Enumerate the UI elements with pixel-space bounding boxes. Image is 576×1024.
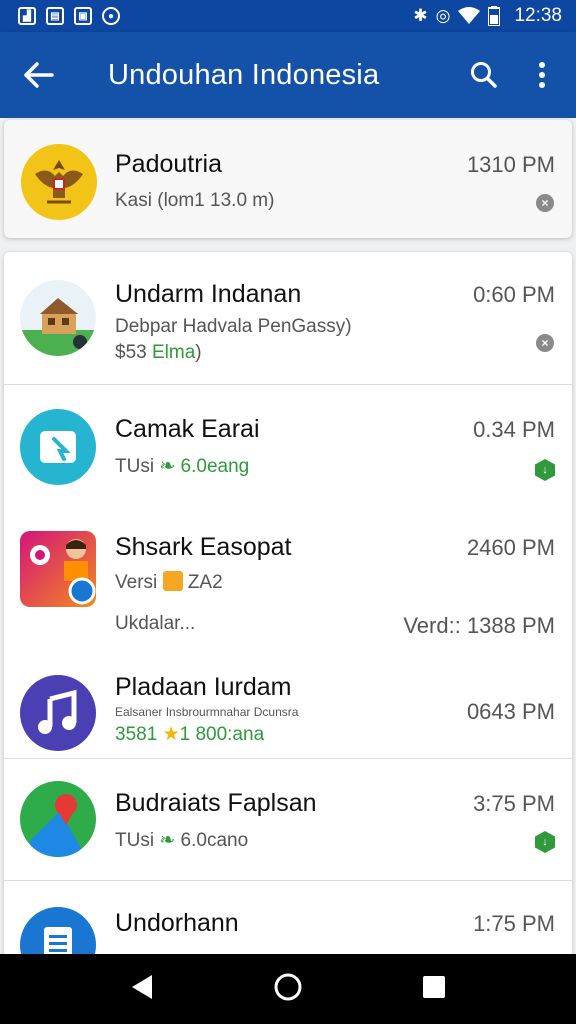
item-name: Undorhann: [115, 909, 239, 937]
back-button[interactable]: [0, 32, 78, 118]
item-paren: ): [195, 342, 202, 363]
item-subtitle: Ealsaner Insbrourmnahar Dcunsra: [115, 705, 299, 719]
item-avatar: [20, 907, 96, 954]
item-name: Pladaan Iurdam: [115, 673, 292, 701]
item-status: Elma: [151, 342, 196, 363]
nav-recents-button[interactable]: [422, 975, 446, 1004]
package-icon: [162, 571, 183, 591]
bluetooth-icon: ✱: [413, 6, 428, 25]
social-app-icon: [30, 539, 96, 605]
item-price: $53: [115, 342, 152, 363]
list-item[interactable]: Budraiats Faplsan 3:75 PM TUsi ❧ 6.0cano…: [4, 759, 572, 881]
home-circle-icon: [274, 973, 302, 1000]
shield-icon: ↓: [535, 459, 555, 481]
item-subtitle: TUsi ❧ 6.0cano: [115, 829, 248, 852]
item-time: 1:75 PM: [473, 911, 555, 936]
item-size: 6.0eang: [180, 456, 250, 477]
navigation-bar: [0, 954, 576, 1024]
image-icon: ▟: [18, 7, 36, 25]
pinned-subtitle: Kasi (lom1 13.0 m): [115, 190, 275, 211]
item-name: Shsark Easopat: [115, 533, 292, 561]
item-time: 2460 PM: [466, 535, 555, 560]
content-area: Padoutria 1310 PM Kasi (lom1 13.0 m) × U…: [0, 118, 576, 954]
status-bar: ▟ ▤ ▣ ● ✱ ◎ 12:38: [0, 0, 576, 32]
recents-square-icon: [423, 975, 446, 998]
item-size: 6.0cano: [180, 830, 249, 851]
battery-icon: [488, 6, 501, 26]
item-time: 0.34 PM: [473, 417, 555, 442]
list-item[interactable]: Undorhann 1:75 PM: [4, 881, 572, 954]
item-downloads: 1 800:ana: [179, 724, 265, 745]
download-list: Undarm Indanan 0:60 PM Debpar Hadvala Pe…: [4, 252, 572, 954]
search-button[interactable]: [458, 32, 510, 118]
app-bar: Undouhan Indonesia: [0, 32, 576, 118]
garuda-emblem-icon: [35, 160, 83, 204]
close-icon[interactable]: ×: [536, 194, 554, 212]
item-subtitle: Versi ZA2: [115, 571, 223, 594]
back-triangle-icon: [131, 974, 152, 999]
item-avatar: [20, 531, 96, 607]
item-subtitle-2: $53 Elma): [115, 342, 202, 364]
more-vert-icon: [539, 62, 545, 88]
calendar-icon: ▤: [46, 7, 64, 25]
item-avatar: [20, 280, 96, 356]
item-rating-count: 3581: [115, 724, 158, 745]
more-options-button[interactable]: [516, 32, 568, 118]
item-label: TUsi: [115, 456, 155, 477]
item-subtitle: TUsi ❧ 6.0eang: [115, 455, 249, 478]
item-name: Undarm Indanan: [115, 280, 302, 308]
item-version: ZA2: [187, 572, 223, 593]
item-time: 0643 PM: [466, 699, 555, 724]
document-icon: [44, 927, 72, 954]
maps-pin-icon: [30, 794, 86, 857]
item-label: Versi: [115, 572, 158, 593]
page-title: Undouhan Indonesia: [108, 58, 380, 91]
item-label: TUsi: [115, 830, 155, 851]
leaf-icon: ❧: [159, 456, 176, 477]
item-time: 3:75 PM: [473, 791, 555, 816]
nav-home-button[interactable]: [273, 972, 303, 1007]
item-footer-left: Ukdalar...: [115, 613, 196, 634]
item-name: Budraiats Faplsan: [115, 789, 317, 817]
item-avatar: [20, 409, 96, 485]
item-avatar: [20, 675, 96, 751]
save-icon: ▣: [74, 7, 92, 25]
leaf-icon: ❧: [159, 830, 176, 851]
wifi-icon: [458, 7, 481, 24]
item-subtitle-2: 3581 ★1 800:ana: [115, 723, 264, 746]
list-item[interactable]: Camak Earai 0.34 PM TUsi ❧ 6.0eang ↓: [4, 385, 572, 509]
star-icon: ★: [162, 724, 180, 745]
shield-icon: ↓: [535, 831, 555, 853]
game-icon: ●: [102, 7, 120, 25]
close-icon[interactable]: ×: [536, 334, 554, 352]
pinned-time: 1310 PM: [466, 152, 555, 177]
item-avatar: [20, 781, 96, 857]
list-item[interactable]: Shsark Easopat 2460 PM Versi ZA2 Ukdalar…: [4, 509, 572, 659]
house-icon: [20, 298, 96, 356]
list-item[interactable]: Undarm Indanan 0:60 PM Debpar Hadvala Pe…: [4, 252, 572, 384]
search-icon: [471, 62, 497, 88]
item-time: 0:60 PM: [473, 282, 555, 307]
alarm-icon: ◎: [435, 6, 451, 25]
back-arrow-icon: [24, 62, 54, 88]
chat-bubble-icon: [40, 431, 76, 463]
nav-back-button[interactable]: [130, 974, 154, 1005]
item-footer-right: Verd:: 1388 PM: [403, 613, 555, 638]
status-time: 12:38: [514, 5, 562, 26]
item-subtitle: Debpar Hadvala PenGassy): [115, 316, 352, 337]
item-name: Camak Earai: [115, 415, 260, 443]
music-note-icon: [38, 689, 77, 734]
pinned-list-item[interactable]: Padoutria 1310 PM Kasi (lom1 13.0 m) ×: [4, 120, 572, 238]
pinned-name: Padoutria: [115, 150, 223, 178]
pinned-avatar: [21, 144, 97, 220]
